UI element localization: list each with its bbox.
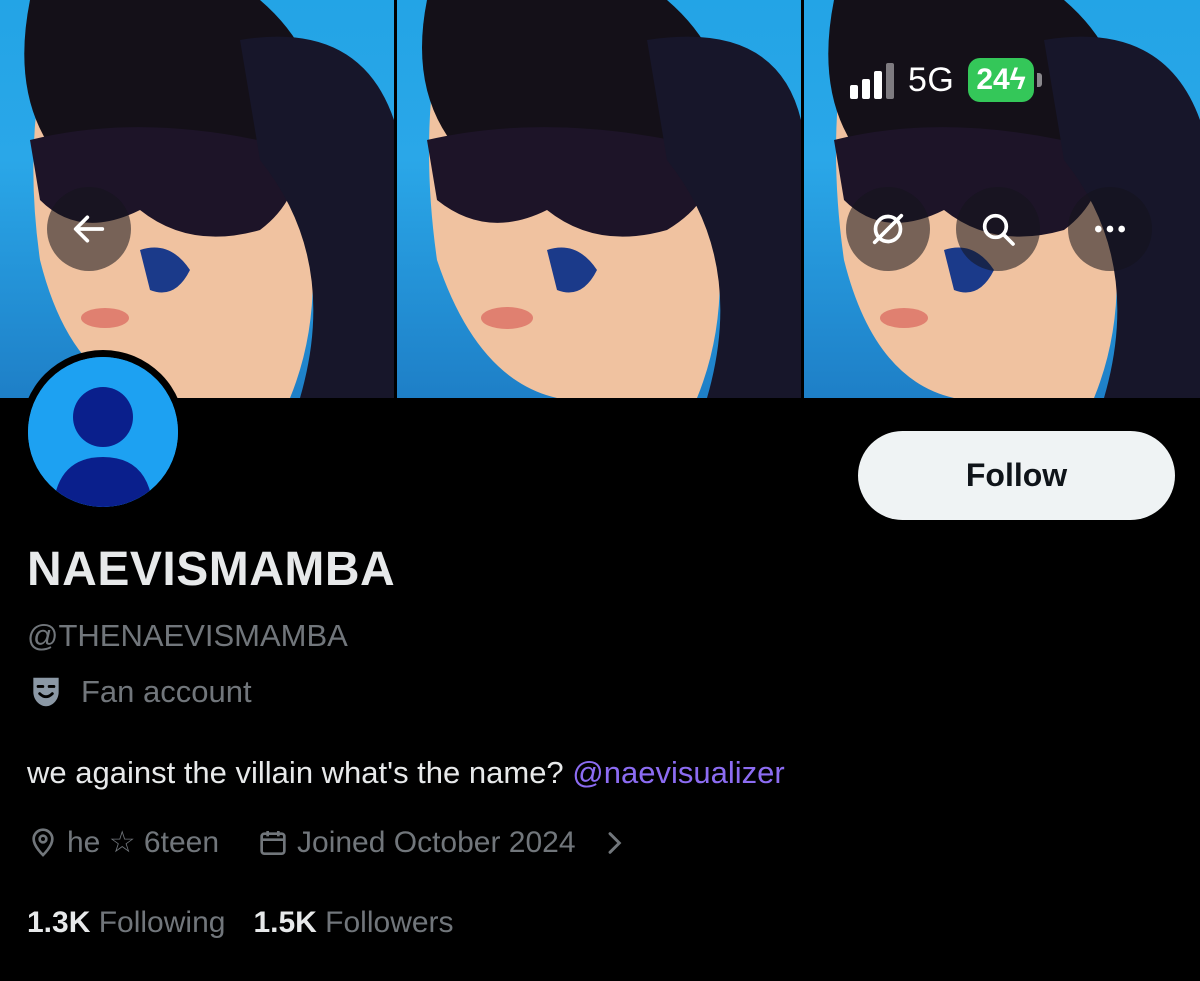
charging-icon: ϟ <box>1009 63 1026 96</box>
grok-button[interactable] <box>846 187 930 271</box>
followers-label: Followers <box>325 906 454 939</box>
username-handle: @THENAEVISMAMBA <box>27 618 348 653</box>
banner-image-2 <box>397 0 801 398</box>
joined-date[interactable]: Joined October 2024 <box>257 826 630 860</box>
display-name: NAEVISMAMBA <box>27 543 396 596</box>
battery-level: 24 <box>976 63 1010 96</box>
arrow-left-icon <box>73 215 105 243</box>
location-pin-icon <box>32 827 54 857</box>
following-link[interactable]: 1.3K Following <box>27 906 225 940</box>
joined-text: Joined October 2024 <box>297 825 576 859</box>
chevron-right-icon <box>608 831 621 854</box>
following-count: 1.3K <box>27 906 91 939</box>
follow-stats: 1.3K Following 1.5K Followers <box>27 906 454 940</box>
more-icon <box>1095 225 1125 233</box>
battery-indicator: 24 ϟ <box>968 58 1042 102</box>
search-button[interactable] <box>956 187 1040 271</box>
location-text: he ☆ 6teen <box>67 826 220 859</box>
profile-bio: we against the villain what's the name? … <box>27 755 785 791</box>
follow-button[interactable]: Follow <box>858 431 1175 520</box>
followers-link[interactable]: 1.5K Followers <box>253 906 453 940</box>
theater-mask-icon <box>33 677 59 707</box>
following-label: Following <box>98 906 226 939</box>
avatar[interactable] <box>21 350 185 514</box>
network-type: 5G <box>908 60 955 99</box>
grok-icon <box>872 213 904 245</box>
profile-category: Fan account <box>27 673 252 711</box>
status-bar: 5G 24 ϟ <box>850 58 1042 102</box>
profile-meta: he ☆ 6teen Joined October 2024 <box>27 825 630 860</box>
followers-count: 1.5K <box>253 906 317 939</box>
category-label: Fan account <box>81 674 252 709</box>
signal-icon <box>850 61 894 99</box>
location: he ☆ 6teen <box>27 825 219 860</box>
bio-mention-link[interactable]: @naevisualizer <box>572 755 784 790</box>
bio-text: we against the villain what's the name? <box>27 755 573 790</box>
more-options-button[interactable] <box>1068 187 1152 271</box>
calendar-icon <box>260 830 286 855</box>
back-button[interactable] <box>47 187 131 271</box>
search-icon <box>982 213 1015 246</box>
default-avatar-icon <box>28 357 178 507</box>
